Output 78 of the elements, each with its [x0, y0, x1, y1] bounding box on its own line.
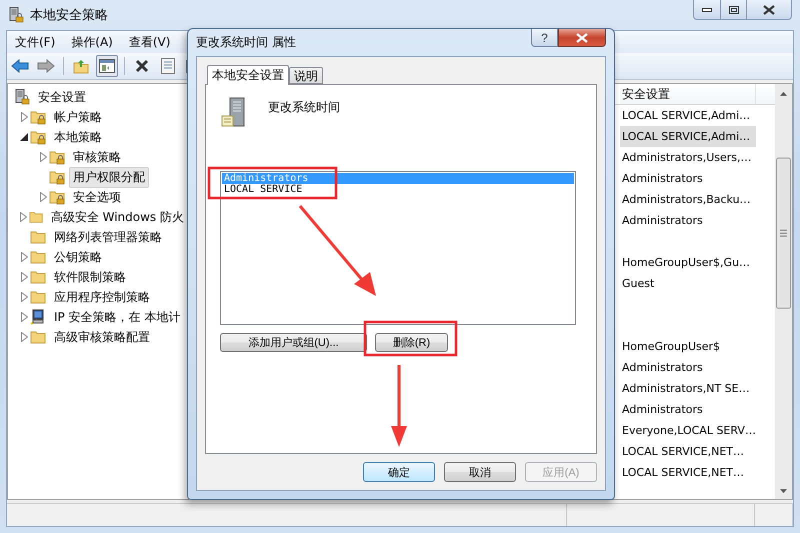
- scrollbar[interactable]: [775, 84, 792, 499]
- menu-item[interactable]: 操作(A): [63, 34, 121, 50]
- expand-icon[interactable]: [20, 212, 27, 222]
- expand-icon[interactable]: [20, 292, 28, 302]
- list-item[interactable]: LOCAL SERVICE: [222, 184, 574, 195]
- folder-lock-icon: [49, 169, 65, 185]
- tree-item[interactable]: 审核策略: [69, 146, 125, 168]
- expand-icon[interactable]: [20, 252, 28, 262]
- close-icon: [763, 4, 775, 14]
- maximize-icon: [728, 6, 738, 14]
- dialog-title: 更改系统时间 属性: [196, 34, 296, 51]
- tree-item[interactable]: 用户权限分配: [69, 166, 149, 188]
- maximize-button[interactable]: [720, 0, 747, 20]
- expand-icon[interactable]: [40, 152, 46, 162]
- tree-item[interactable]: 帐户策略: [50, 106, 106, 128]
- tree-item[interactable]: 高级审核策略配置: [50, 326, 154, 348]
- table-cell-text: Administrators: [621, 171, 704, 187]
- monitor-icon: [30, 309, 46, 325]
- menu-item[interactable]: 文件(F): [7, 34, 64, 50]
- dialog-button[interactable]: 取消: [444, 462, 516, 482]
- pane-toggle-icon[interactable]: [96, 55, 118, 77]
- table-cell-text: Everyone,LOCAL SERV…: [621, 423, 756, 439]
- folder-lock-icon: [49, 149, 65, 165]
- tree-item[interactable]: 安全设置: [34, 86, 90, 108]
- dialog-button[interactable]: 确定: [363, 462, 435, 482]
- table-cell-text: LOCAL SERVICE,NET…: [621, 444, 745, 460]
- tree-item[interactable]: 安全选项: [69, 186, 125, 208]
- tree-item[interactable]: IP 安全策略，在 本地计: [50, 306, 184, 328]
- table-cell-text: Administrators: [621, 213, 704, 229]
- server-lock-icon: [14, 89, 30, 105]
- expand-icon[interactable]: [20, 112, 28, 122]
- folder-icon: [30, 289, 46, 305]
- folder-lock-icon: [30, 109, 46, 125]
- tree-item[interactable]: 高级安全 Windows 防火: [46, 206, 188, 228]
- collapse-icon[interactable]: [20, 133, 28, 141]
- member-list[interactable]: Administrators LOCAL SERVICE: [220, 171, 576, 325]
- minimize-icon: [702, 8, 712, 12]
- table-cell-text: HomeGroupUser$,Gu…: [621, 255, 752, 271]
- tab[interactable]: 本地安全设置: [207, 65, 289, 85]
- folder-icon: [30, 249, 46, 265]
- expand-icon[interactable]: [20, 312, 28, 322]
- table-cell-text: Administrators: [621, 402, 704, 418]
- tree-item[interactable]: 软件限制策略: [50, 266, 130, 288]
- close-icon: [576, 32, 588, 42]
- folder-lock-icon: [49, 189, 65, 205]
- folder-icon: [30, 329, 46, 345]
- table-cell-text: Administrators,NT SE…: [621, 381, 751, 397]
- table-cell: LOCAL SERVICE,Admi…: [620, 126, 756, 147]
- tree-item[interactable]: 本地策略: [50, 126, 106, 148]
- policy-name: 更改系统时间: [268, 99, 340, 116]
- tree-item[interactable]: 网络列表管理器策略: [50, 226, 166, 248]
- tree-item[interactable]: 公钥策略: [50, 246, 106, 268]
- table-cell-text: Administrators: [621, 360, 704, 376]
- folder-icon: [28, 209, 43, 225]
- expand-icon[interactable]: [40, 192, 46, 202]
- folder-icon: [30, 229, 46, 245]
- expand-icon[interactable]: [20, 332, 28, 342]
- table-cell-text: HomeGroupUser$: [621, 339, 722, 355]
- tree-item[interactable]: 应用程序控制策略: [50, 286, 154, 308]
- table-cell-text: Administrators,Users,…: [621, 150, 753, 166]
- menu-item[interactable]: 查看(V): [120, 34, 178, 50]
- close-button[interactable]: [558, 29, 606, 47]
- table-cell-text: LOCAL SERVICE,Admi…: [621, 108, 752, 124]
- folder-lock-icon: [30, 129, 46, 145]
- add-button[interactable]: 添加用户或组(U)...: [220, 333, 367, 352]
- server-lock-icon: [8, 7, 24, 23]
- table-cell-text: Administrators,Backu…: [621, 192, 752, 208]
- table-cell-text: LOCAL SERVICE,NET…: [621, 465, 745, 481]
- tab[interactable]: 说明: [289, 67, 323, 84]
- remove-button[interactable]: 删除(R): [375, 333, 448, 352]
- minimize-button[interactable]: [693, 0, 721, 20]
- window-title: 本地安全策略: [30, 7, 108, 24]
- column-header[interactable]: 安全设置: [620, 84, 756, 105]
- close-button[interactable]: [746, 0, 792, 20]
- table-cell-text: Guest: [621, 276, 656, 292]
- expand-icon[interactable]: [20, 272, 28, 282]
- folder-icon: [30, 269, 46, 285]
- help-button[interactable]: ?: [531, 29, 558, 47]
